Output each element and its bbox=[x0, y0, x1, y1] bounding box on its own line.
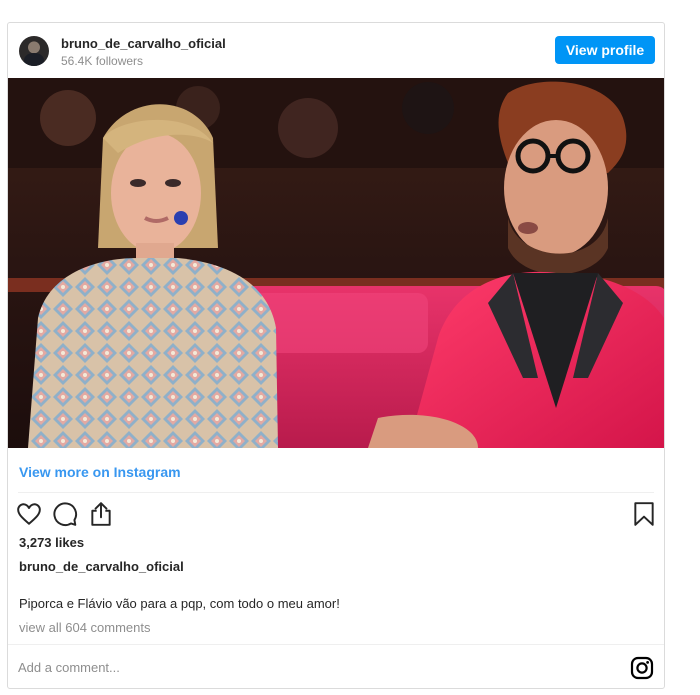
avatar[interactable] bbox=[19, 36, 49, 66]
like-count[interactable]: 3,273 likes bbox=[19, 535, 84, 550]
instagram-logo-icon[interactable] bbox=[630, 656, 654, 680]
bookmark-icon[interactable] bbox=[631, 501, 659, 529]
view-profile-button[interactable]: View profile bbox=[555, 36, 655, 64]
caption-text: Piporca e Flávio vão para a pqp, com tod… bbox=[19, 596, 340, 611]
post-header: bruno_de_carvalho_oficial 56.4K follower… bbox=[8, 23, 664, 78]
instagram-embed-card: bruno_de_carvalho_oficial 56.4K follower… bbox=[7, 22, 665, 689]
view-all-comments-link[interactable]: view all 604 comments bbox=[19, 620, 151, 635]
divider bbox=[18, 492, 654, 493]
follower-count: 56.4K followers bbox=[61, 54, 144, 68]
post-photo[interactable] bbox=[8, 78, 664, 448]
username[interactable]: bruno_de_carvalho_oficial bbox=[61, 36, 226, 51]
comment-input[interactable] bbox=[18, 656, 518, 678]
comment-icon[interactable] bbox=[52, 501, 80, 529]
caption-username[interactable]: bruno_de_carvalho_oficial bbox=[19, 559, 184, 574]
view-more-on-instagram-link[interactable]: View more on Instagram bbox=[19, 464, 181, 480]
heart-icon[interactable] bbox=[16, 501, 44, 529]
share-icon[interactable] bbox=[88, 501, 116, 529]
comment-bar bbox=[8, 644, 664, 688]
